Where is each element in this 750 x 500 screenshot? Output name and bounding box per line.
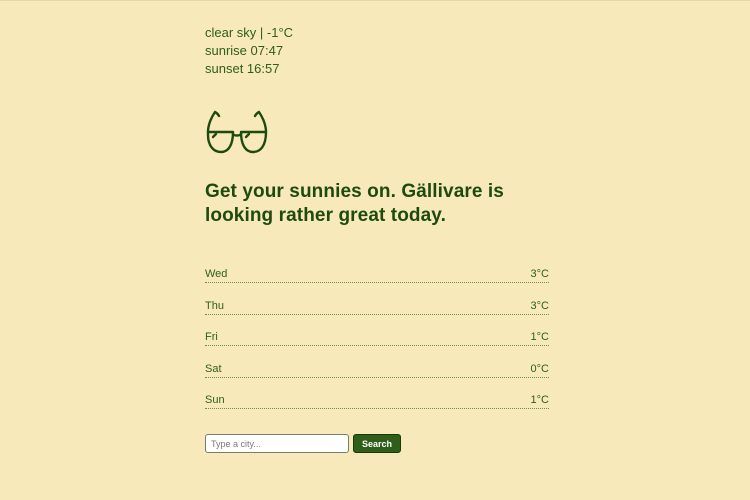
forecast-row: Wed 3°C xyxy=(205,261,549,283)
forecast-row: Sun 1°C xyxy=(205,378,549,409)
city-search-input[interactable] xyxy=(205,434,349,453)
forecast-day: Thu xyxy=(205,299,224,312)
weather-summary: clear sky | -1°C sunrise 07:47 sunset 16… xyxy=(205,24,549,78)
forecast-temp: 0°C xyxy=(530,362,549,375)
forecast-day: Fri xyxy=(205,331,218,343)
top-border xyxy=(0,0,750,1)
forecast-row: Sat 0°C xyxy=(205,346,549,378)
forecast-day: Sat xyxy=(205,362,222,375)
sunrise-text: sunrise 07:47 xyxy=(205,43,284,58)
forecast-temp: 1°C xyxy=(530,394,549,406)
forecast-day: Sun xyxy=(205,394,225,406)
sunglasses-icon xyxy=(205,110,269,160)
forecast-temp: 3°C xyxy=(530,268,549,280)
condition-text: clear sky | -1°C xyxy=(205,25,294,40)
forecast-temp: 1°C xyxy=(530,331,549,343)
weather-app: clear sky | -1°C sunrise 07:47 sunset 16… xyxy=(205,24,549,453)
forecast-temp: 3°C xyxy=(530,299,549,312)
forecast-row: Thu 3°C xyxy=(205,283,549,315)
page-title: Get your sunnies on. Gällivare is lookin… xyxy=(205,181,504,226)
sunset-text: sunset 16:57 xyxy=(205,61,280,76)
forecast-row: Fri 1°C xyxy=(205,315,549,346)
search-form: Search xyxy=(205,434,549,453)
forecast-list: Wed 3°C Thu 3°C Fri 1°C Sat 0°C Sun 1°C xyxy=(205,261,549,409)
search-button[interactable]: Search xyxy=(353,434,402,453)
forecast-day: Wed xyxy=(205,268,228,280)
